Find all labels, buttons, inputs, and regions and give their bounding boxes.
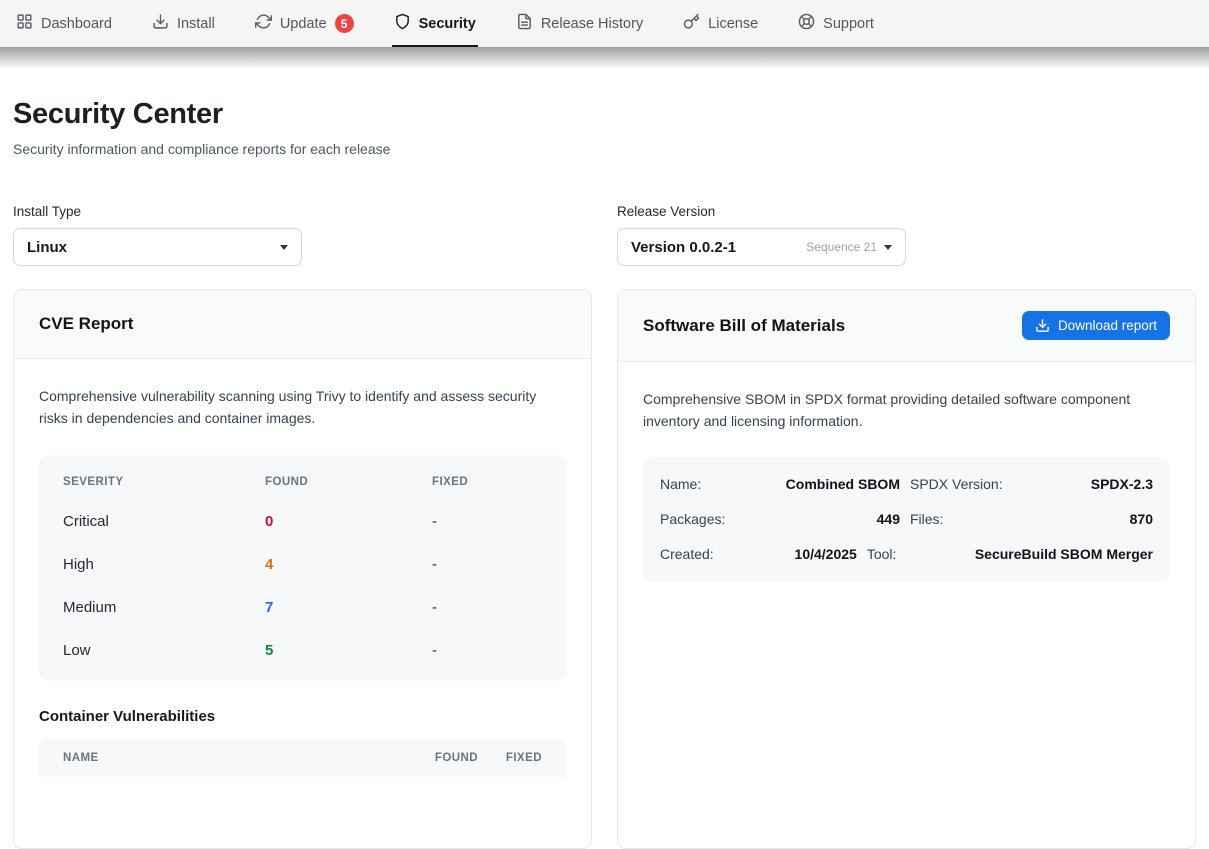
release-version-value: Version 0.0.2-1 xyxy=(631,239,736,256)
header-shadow xyxy=(0,47,1209,69)
severity-found-count: 4 xyxy=(265,556,432,573)
install-type-label: Install Type xyxy=(13,204,592,219)
found-col-header: FOUND xyxy=(428,752,478,764)
cve-report-card: CVE Report Comprehensive vulnerability s… xyxy=(13,289,592,849)
detail-label: Created: xyxy=(660,546,755,562)
severity-name: Critical xyxy=(63,513,265,530)
detail-value: 449 xyxy=(765,511,900,527)
table-row: Created: 10/4/2025 Tool: SecureBuild SBO… xyxy=(660,536,1153,571)
severity-table: SEVERITY FOUND FIXED Critical 0 - High 4… xyxy=(39,455,566,681)
page-subtitle: Security information and compliance repo… xyxy=(13,141,1196,157)
table-row: Low 5 - xyxy=(39,629,566,672)
name-col-header: NAME xyxy=(63,752,408,764)
nav-item-dashboard[interactable]: Dashboard xyxy=(16,0,112,47)
release-version-select[interactable]: Version 0.0.2-1 Sequence 21 xyxy=(617,228,906,266)
table-row: Medium 7 - xyxy=(39,586,566,629)
cve-card-title: CVE Report xyxy=(39,314,133,334)
sbom-details-table: Name: Combined SBOM SPDX Version: SPDX-2… xyxy=(643,457,1170,582)
update-count-badge: 5 xyxy=(335,14,354,33)
cve-card-description: Comprehensive vulnerability scanning usi… xyxy=(39,386,559,429)
detail-label: SPDX Version: xyxy=(910,476,1008,492)
detail-label: Name: xyxy=(660,476,755,492)
severity-found-count: 5 xyxy=(265,642,432,659)
nav-item-label: Security xyxy=(419,16,476,32)
chevron-down-icon xyxy=(884,245,892,250)
grid-icon xyxy=(16,13,33,34)
detail-value: 10/4/2025 xyxy=(765,546,857,562)
sbom-card: Software Bill of Materials Download repo… xyxy=(617,289,1196,849)
sbom-card-description: Comprehensive SBOM in SPDX format provid… xyxy=(643,389,1163,432)
chevron-down-icon xyxy=(280,245,288,250)
severity-fixed-count: - xyxy=(432,599,542,616)
severity-name: Medium xyxy=(63,599,265,616)
nav-item-update[interactable]: Update 5 xyxy=(255,0,354,47)
refresh-icon xyxy=(255,13,272,34)
detail-value: SPDX-2.3 xyxy=(1018,476,1153,492)
sbom-card-title: Software Bill of Materials xyxy=(643,316,845,336)
key-icon xyxy=(683,13,700,34)
container-vulnerabilities-title: Container Vulnerabilities xyxy=(39,708,566,725)
nav-item-support[interactable]: Support xyxy=(798,0,874,47)
nav-item-license[interactable]: License xyxy=(683,0,758,47)
nav-item-release-history[interactable]: Release History xyxy=(516,0,643,47)
page-title: Security Center xyxy=(13,98,1196,131)
table-row: Packages: 449 Files: 870 xyxy=(660,501,1153,536)
severity-fixed-count: - xyxy=(432,513,542,530)
nav-item-label: Release History xyxy=(541,16,643,32)
nav-item-label: Dashboard xyxy=(41,16,112,32)
found-col-header: FOUND xyxy=(265,476,432,488)
shield-icon xyxy=(394,13,411,34)
severity-name: High xyxy=(63,556,265,573)
detail-value: 870 xyxy=(1018,511,1153,527)
nav-item-label: Support xyxy=(823,16,874,32)
detail-value: Combined SBOM xyxy=(765,476,900,492)
install-type-value: Linux xyxy=(27,239,67,256)
nav-item-label: Update xyxy=(280,16,327,32)
download-report-button[interactable]: Download report xyxy=(1022,311,1170,340)
lifebuoy-icon xyxy=(798,13,815,34)
severity-fixed-count: - xyxy=(432,642,542,659)
table-row: High 4 - xyxy=(39,543,566,586)
sequence-label: Sequence 21 xyxy=(806,240,877,254)
detail-label: Tool: xyxy=(867,546,965,562)
download-icon xyxy=(1035,318,1050,333)
detail-value: SecureBuild SBOM Merger xyxy=(975,546,1153,562)
download-icon xyxy=(152,13,169,34)
severity-found-count: 7 xyxy=(265,599,432,616)
detail-label: Packages: xyxy=(660,511,755,527)
table-row: Name: Combined SBOM SPDX Version: SPDX-2… xyxy=(660,466,1153,501)
nav-item-label: Install xyxy=(177,16,215,32)
document-icon xyxy=(516,13,533,34)
nav-item-security[interactable]: Security xyxy=(394,0,476,47)
fixed-col-header: FIXED xyxy=(432,476,542,488)
fixed-col-header: FIXED xyxy=(498,752,542,764)
release-version-label: Release Version xyxy=(617,204,1196,219)
severity-col-header: SEVERITY xyxy=(63,476,265,488)
nav-item-install[interactable]: Install xyxy=(152,0,215,47)
severity-found-count: 0 xyxy=(265,513,432,530)
top-navigation: Dashboard Install Update 5 Security Rele… xyxy=(0,0,1209,47)
table-row: Critical 0 - xyxy=(39,500,566,543)
severity-name: Low xyxy=(63,642,265,659)
install-type-select[interactable]: Linux xyxy=(13,228,302,266)
severity-fixed-count: - xyxy=(432,556,542,573)
nav-item-label: License xyxy=(708,16,758,32)
container-vulnerabilities-table-header: NAME FOUND FIXED xyxy=(39,739,566,777)
detail-label: Files: xyxy=(910,511,1008,527)
download-report-label: Download report xyxy=(1058,318,1157,333)
